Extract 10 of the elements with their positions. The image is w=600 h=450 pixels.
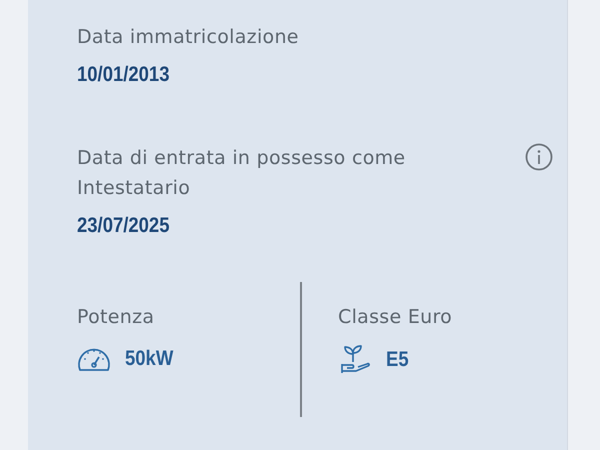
- field-label: Data di entrata in possesso come Intestatario: [77, 146, 406, 201]
- spec-label: Potenza: [77, 305, 156, 330]
- spec-value: E5: [386, 348, 409, 372]
- spec-label: Classe Euro: [338, 305, 454, 330]
- plant-in-hand-icon: [338, 344, 372, 376]
- field-label: Data immatricolazione: [77, 25, 299, 50]
- field-value: 23/07/2025: [77, 214, 170, 238]
- field-value: 10/01/2013: [77, 63, 170, 87]
- info-icon[interactable]: [525, 143, 553, 171]
- spec-value: 50kW: [125, 347, 174, 371]
